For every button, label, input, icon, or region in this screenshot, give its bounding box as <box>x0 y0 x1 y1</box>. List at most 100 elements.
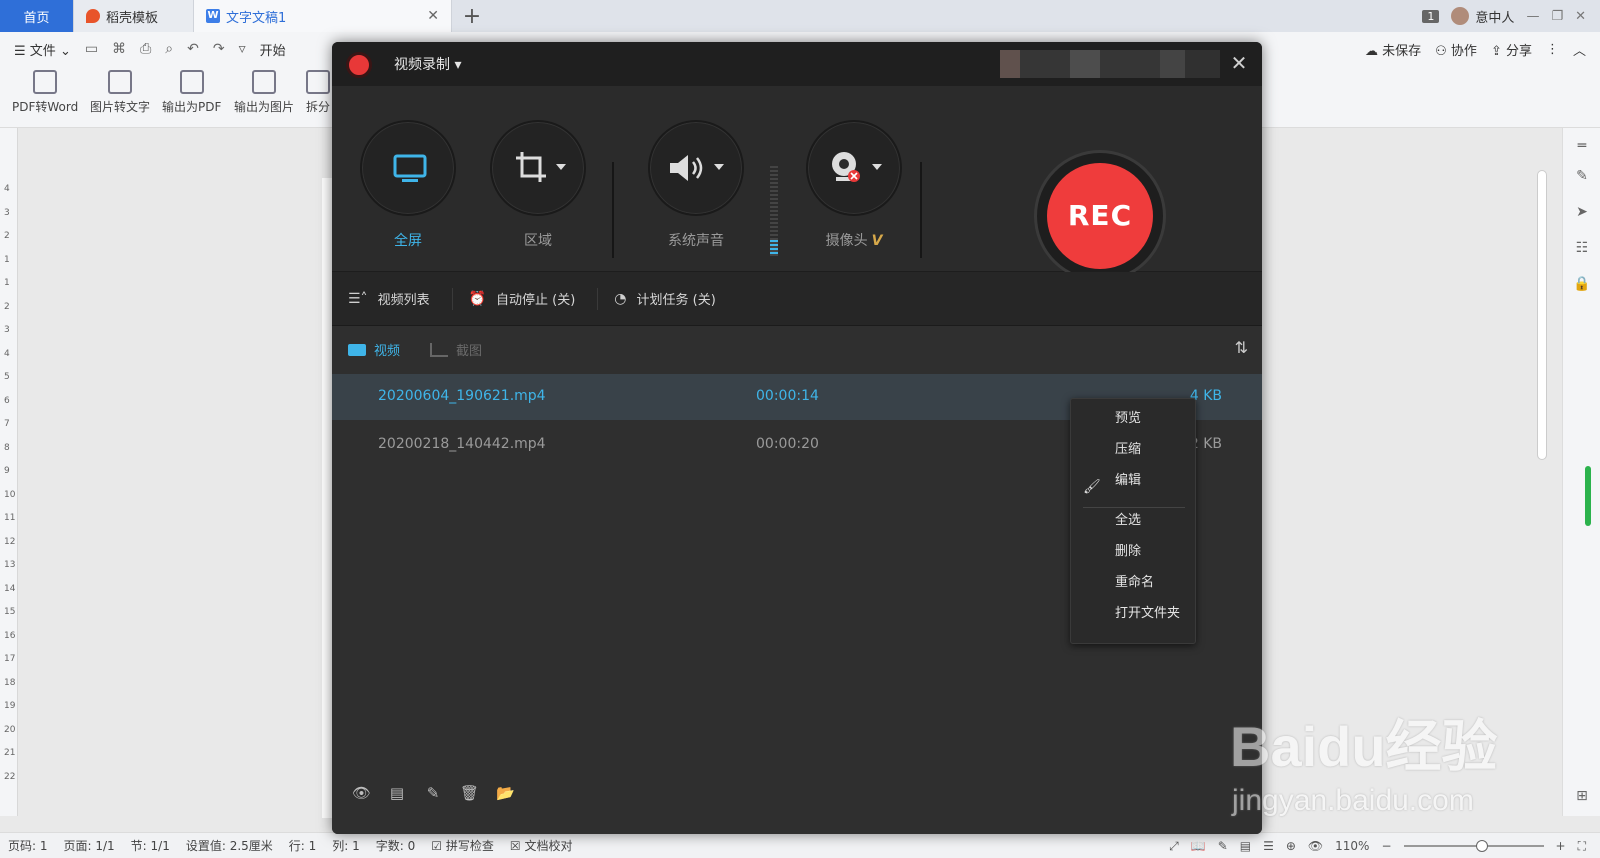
cursor-icon[interactable]: ➤ <box>1573 204 1591 222</box>
menu-item-rename[interactable]: 重命名 <box>1115 571 1154 590</box>
audio-dropdown-icon[interactable] <box>714 164 724 170</box>
unsaved-button[interactable]: ☁ 未保存 <box>1365 40 1421 59</box>
menu-item-preview[interactable]: 预览 <box>1115 407 1141 426</box>
compress-file-icon[interactable]: ▤ <box>388 784 406 802</box>
file-menu[interactable]: ☰ 文件 ⌄ <box>14 40 71 59</box>
zoom-in-icon[interactable]: + <box>1556 839 1566 853</box>
lock-icon[interactable]: 🔒 <box>1573 276 1591 294</box>
preview-eye-icon[interactable]: 👁 <box>352 784 371 802</box>
avatar <box>1451 7 1470 25</box>
web-view-icon[interactable]: ⊕ <box>1286 839 1296 853</box>
camera-label-wrap: 摄像头 V <box>804 230 904 250</box>
zoom-slider[interactable] <box>1403 840 1544 852</box>
image-to-text-icon <box>108 70 132 94</box>
page-view-icon[interactable]: ▤ <box>1240 839 1251 853</box>
outline-view-icon[interactable]: ☰ <box>1263 839 1274 853</box>
region-dropdown-icon[interactable] <box>556 164 566 170</box>
tab-screenshot[interactable]: 截图 <box>430 340 482 359</box>
menu-item-open-folder[interactable]: 打开文件夹 <box>1115 602 1180 621</box>
split-button[interactable]: 拆分 <box>306 70 330 115</box>
tab-home[interactable]: 首页 <box>0 0 74 32</box>
sidebar-collapse-icon[interactable]: ═ <box>1573 138 1591 156</box>
ruler-mark: 12 <box>4 536 16 547</box>
file-context-menu: 预览 压缩 🖌 编辑 全选 删除 重命名 打开文件夹 <box>1070 398 1196 644</box>
collab-button[interactable]: ⚇ 协作 <box>1435 40 1477 59</box>
pdf-to-word-button[interactable]: PDF转Word <box>12 70 78 115</box>
restore-icon[interactable]: ❐ <box>1551 9 1563 24</box>
ruler-mark: 3 <box>4 207 10 218</box>
menu-item-delete[interactable]: 删除 <box>1115 540 1141 559</box>
fullscreen-mode-button[interactable]: 全屏 <box>358 120 458 250</box>
print-preview-icon[interactable]: ⌕ <box>165 41 173 57</box>
ruler-mark: 4 <box>4 348 10 359</box>
audio-circle[interactable] <box>648 120 744 216</box>
camera-button[interactable]: 摄像头 V <box>804 120 904 250</box>
edit-brush-icon[interactable]: ✎ <box>424 784 442 802</box>
pen-icon[interactable]: ✎ <box>1573 168 1591 186</box>
vertical-scrollbar[interactable] <box>1534 148 1550 816</box>
image-to-text-button[interactable]: 图片转文字 <box>90 70 150 115</box>
close-window-icon[interactable]: ✕ <box>1575 9 1586 24</box>
user-account[interactable]: 意中人 <box>1451 7 1514 26</box>
auto-stop-button[interactable]: ⏰ 自动停止 (关) <box>453 287 599 310</box>
folder-open-icon[interactable]: 📂 <box>496 784 515 802</box>
menu-item-select-all[interactable]: 全选 <box>1115 509 1141 528</box>
collapse-ribbon-icon[interactable]: ︿ <box>1573 40 1586 59</box>
tab-video[interactable]: 视频 <box>348 340 400 359</box>
export-image-button[interactable]: 输出为图片 <box>234 70 294 115</box>
file-name: 20200604_190621.mp4 <box>378 388 546 404</box>
more-icon[interactable]: ⋮ <box>1546 42 1559 57</box>
window-count-badge[interactable]: 1 <box>1422 9 1440 23</box>
spell-check-button[interactable]: ☑ 拼写检查 <box>431 837 494 854</box>
system-audio-button[interactable]: 系统声音 <box>646 120 746 250</box>
proofread-button[interactable]: ☒ 文档校对 <box>510 837 573 854</box>
ruler-mark: 19 <box>4 701 16 711</box>
new-tab-icon[interactable]: + <box>452 0 492 32</box>
eye-protect-icon[interactable]: 👁 <box>1308 839 1323 853</box>
camera-dropdown-icon[interactable] <box>872 164 882 170</box>
video-list-toggle[interactable]: ☰˄ 视频列表 <box>332 287 453 310</box>
fullscreen-circle[interactable] <box>360 120 456 216</box>
rec-button[interactable]: REC <box>1047 163 1153 269</box>
trash-icon[interactable]: 🗑 <box>460 784 479 802</box>
edit-mode-icon[interactable]: ✎ <box>1218 839 1228 853</box>
tab-home-label: 首页 <box>23 10 50 26</box>
alarm-icon: ⏰ <box>468 290 487 307</box>
close-icon[interactable]: ✕ <box>1228 52 1250 74</box>
scheduled-task-button[interactable]: ◔ 计划任务 (关) <box>598 288 738 310</box>
region-circle[interactable] <box>490 120 586 216</box>
recorder-mode-dropdown[interactable]: 视频录制 ▾ <box>394 54 461 74</box>
read-mode-icon[interactable]: 📖 <box>1191 839 1206 853</box>
minimize-icon[interactable]: — <box>1526 9 1539 24</box>
scroll-thumb[interactable] <box>1537 170 1547 460</box>
save-icon[interactable]: ▭ <box>85 41 98 57</box>
region-mode-button[interactable]: 区域 <box>488 120 588 250</box>
zoom-knob[interactable] <box>1475 840 1488 852</box>
menu-item-edit[interactable]: 编辑 <box>1115 469 1141 488</box>
fit-window-icon[interactable]: ⛶ <box>1578 839 1586 854</box>
format-painter-icon[interactable]: ⌘ <box>112 41 126 57</box>
export-pdf-button[interactable]: 输出为PDF <box>162 70 221 115</box>
menu-item-compress[interactable]: 压缩 <box>1115 438 1141 457</box>
camera-circle[interactable] <box>806 120 902 216</box>
fullscreen-view-icon[interactable]: ⤢ <box>1169 839 1179 854</box>
tab-document[interactable]: W 文字文稿1 ✕ <box>194 0 452 32</box>
print-icon[interactable]: ⎙ <box>140 41 151 57</box>
status-words[interactable]: 字数: 0 <box>376 837 416 854</box>
ruler-mark: 2 <box>4 301 10 312</box>
share-button[interactable]: ⇪ 分享 <box>1491 40 1532 59</box>
zoom-level[interactable]: 110% <box>1335 839 1369 853</box>
screenshot-icon <box>430 342 449 357</box>
tab-close-icon[interactable]: ✕ <box>427 8 439 24</box>
undo-icon[interactable]: ↶ <box>187 41 199 57</box>
redo-icon[interactable]: ↷ <box>213 41 225 57</box>
grid-icon[interactable]: ⊞ <box>1573 788 1591 806</box>
menu-start[interactable]: 开始 <box>260 40 286 59</box>
status-col: 列: 1 <box>332 839 360 853</box>
settings-sliders-icon[interactable]: ☷ <box>1573 240 1591 258</box>
zoom-out-icon[interactable]: − <box>1381 839 1391 853</box>
tab-docer-templates[interactable]: 稻壳模板 <box>74 0 194 32</box>
quick-access-dropdown-icon[interactable]: ▿ <box>239 41 246 57</box>
recorder-title-bar[interactable]: 视频录制 ▾ ✕ <box>332 42 1262 86</box>
sort-icon[interactable]: ⇅ <box>1235 338 1248 357</box>
